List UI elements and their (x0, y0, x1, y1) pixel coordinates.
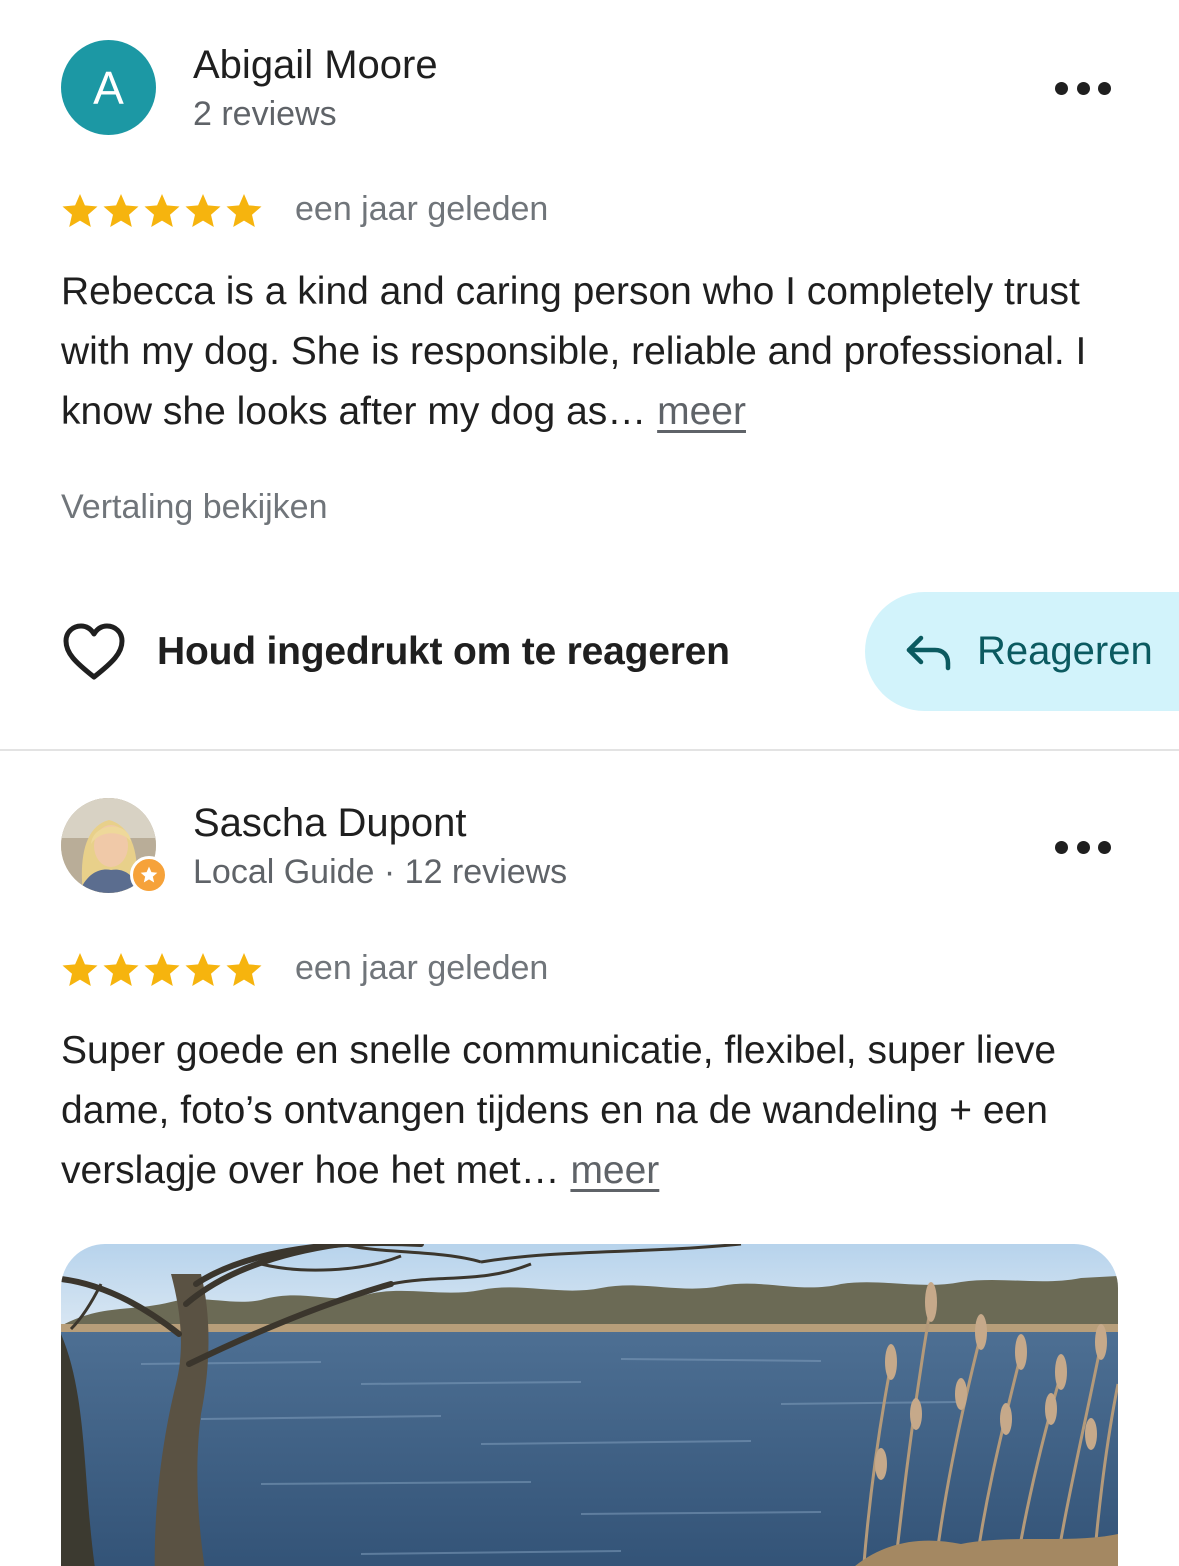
more-options-button[interactable] (1055, 77, 1111, 99)
more-horizontal-icon (1055, 840, 1068, 854)
star-icon (226, 953, 262, 986)
star-icon (62, 953, 98, 986)
star-rating (61, 952, 263, 988)
reply-arrow-icon (906, 635, 951, 670)
translate-link[interactable]: Vertaling bekijken (61, 488, 328, 527)
like-label: Houd ingedrukt om te reageren (157, 630, 730, 673)
star-icon (226, 194, 262, 227)
review-card: A Abigail Moore 2 reviews een jaar geled… (0, 0, 1179, 750)
lake-with-trees-and-reeds-photo (61, 1244, 1118, 1566)
review-text: Rebecca is a kind and caring person who … (61, 262, 1141, 442)
review-date: een jaar geleden (295, 190, 549, 228)
more-options-button[interactable] (1055, 836, 1111, 858)
reply-button[interactable]: Reageren (865, 592, 1179, 711)
review-text: Super goede en snelle communicatie, flex… (61, 1021, 1141, 1201)
local-guide-badge (130, 856, 168, 894)
more-horizontal-icon (1055, 81, 1068, 95)
star-icon (144, 194, 180, 227)
more-link[interactable]: meer (657, 390, 746, 433)
reply-label: Reageren (977, 629, 1153, 673)
star-icon (62, 194, 98, 227)
star-icon (103, 194, 139, 227)
reviewer-name[interactable]: Abigail Moore (193, 43, 438, 88)
review-text-content: Rebecca is a kind and caring person who … (61, 270, 1087, 433)
avatar[interactable]: A (61, 40, 156, 135)
review-text-content: Super goede en snelle communicatie, flex… (61, 1029, 1057, 1192)
review-photo[interactable] (61, 1244, 1118, 1566)
avatar-letter: A (93, 61, 124, 114)
local-guide-star-icon (140, 866, 158, 883)
like-button[interactable]: Houd ingedrukt om te reageren (61, 620, 730, 684)
reviewer-subtitle: 2 reviews (193, 95, 337, 133)
more-link[interactable]: meer (570, 1149, 659, 1192)
star-icon (185, 953, 221, 986)
reviewer-name[interactable]: Sascha Dupont (193, 801, 467, 846)
star-icon (144, 953, 180, 986)
star-icon (185, 194, 221, 227)
star-icon (103, 953, 139, 986)
review-date: een jaar geleden (295, 949, 549, 987)
heart-icon (63, 623, 125, 680)
star-rating (61, 193, 263, 229)
reviewer-subtitle: Local Guide · 12 reviews (193, 853, 568, 891)
review-card: Sascha Dupont Local Guide · 12 reviews e… (0, 751, 1179, 1566)
